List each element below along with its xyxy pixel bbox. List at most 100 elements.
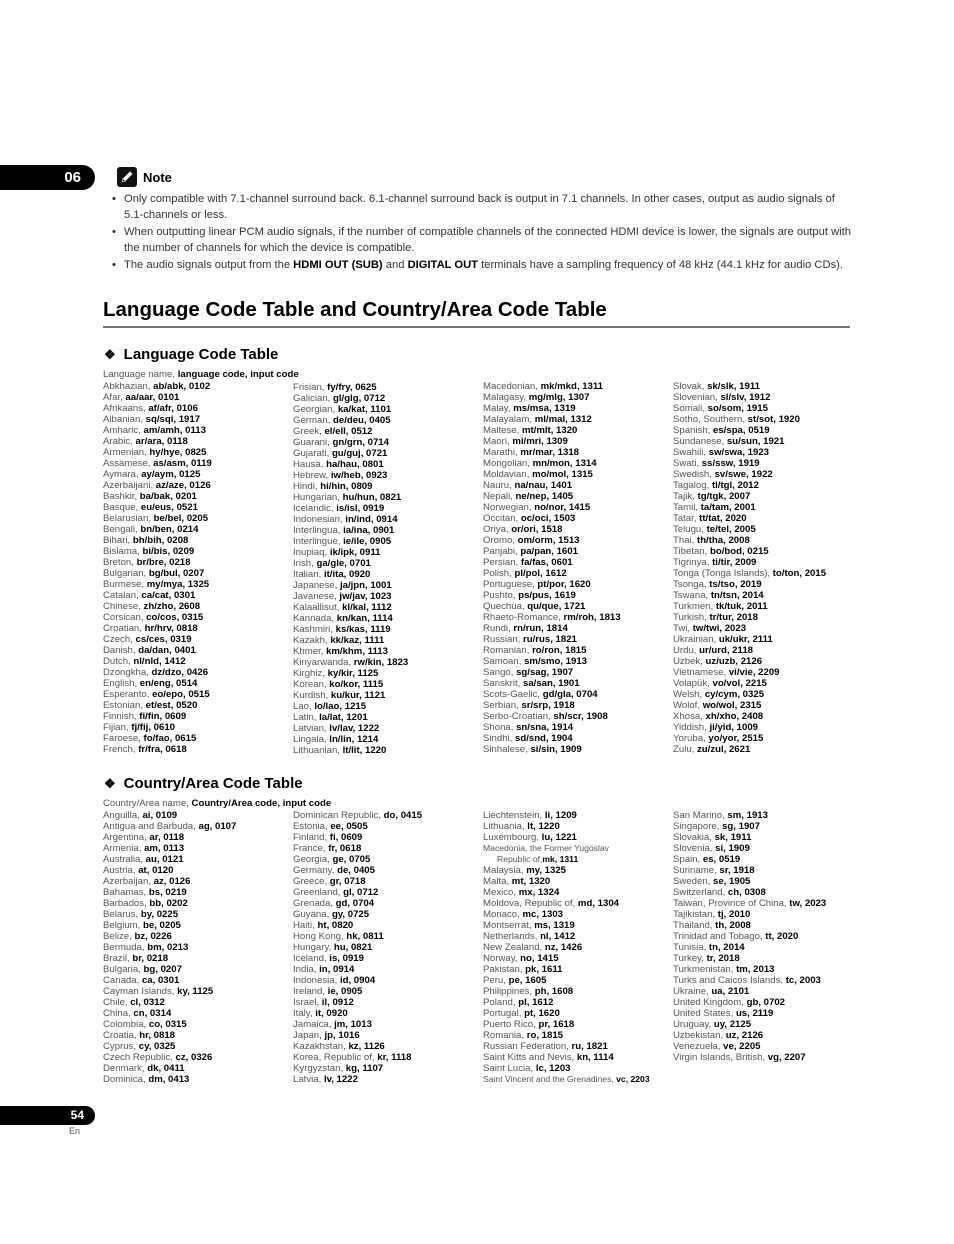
code-entry: Malaysia, my, 1325 bbox=[483, 865, 673, 876]
code-entry: Panjabi, pa/pan, 1601 bbox=[483, 546, 673, 557]
code-entry: Taiwan, Province of China, tw, 2023 bbox=[673, 898, 863, 909]
code-entry: Argentina, ar, 0118 bbox=[103, 832, 293, 843]
entry-code: hr, 0818 bbox=[139, 1030, 176, 1041]
entry-name: Latvia, bbox=[293, 1074, 324, 1085]
entry-code: bb, 0202 bbox=[149, 898, 188, 909]
entry-code: cl, 0312 bbox=[130, 997, 165, 1008]
entry-name: Montserrat, bbox=[483, 920, 535, 931]
entry-code: dz/dzo, 0426 bbox=[151, 667, 209, 678]
code-entry: Croatian, hr/hrv, 0818 bbox=[103, 623, 293, 634]
code-entry: Greece, gr, 0718 bbox=[293, 876, 483, 887]
entry-code: mi/mri, 1309 bbox=[512, 436, 568, 447]
code-entry: Turkish, tr/tur, 2018 bbox=[673, 612, 863, 623]
entry-code: ru, 1821 bbox=[571, 1041, 608, 1052]
entry-name: Brazil, bbox=[103, 953, 133, 964]
entry-name: San Marino, bbox=[673, 810, 728, 821]
entry-code: fr, 0618 bbox=[328, 843, 362, 854]
entry-name: Czech Republic, bbox=[103, 1052, 176, 1063]
code-entry: Dutch, nl/nld, 1412 bbox=[103, 656, 293, 667]
code-entry: Sweden, se, 1905 bbox=[673, 876, 863, 887]
entry-name: Indonesian, bbox=[293, 514, 346, 525]
code-entry: Peru, pe, 1605 bbox=[483, 975, 673, 986]
code-entry: Sango, sg/sag, 1907 bbox=[483, 667, 673, 678]
code-entry: Ukraine, ua, 2101 bbox=[673, 986, 863, 997]
entry-name: Kyrgyzstan, bbox=[293, 1063, 346, 1074]
entry-code: ch, 0308 bbox=[727, 887, 766, 898]
entry-name: Cyprus, bbox=[103, 1041, 139, 1052]
entry-code: tk/tuk, 2011 bbox=[715, 601, 768, 612]
code-entry: Guarani, gn/grn, 0714 bbox=[293, 437, 483, 448]
entry-name: Interlingua, bbox=[293, 525, 344, 536]
entry-code: az/aze, 0126 bbox=[155, 480, 211, 491]
code-entry: Marathi, mr/mar, 1318 bbox=[483, 447, 673, 458]
code-entry: Finland, fi, 0609 bbox=[293, 832, 483, 843]
entry-name: Mongolian, bbox=[483, 458, 533, 469]
entry-code: ro, 1815 bbox=[526, 1030, 564, 1041]
entry-name: Monaco, bbox=[483, 909, 523, 920]
entry-code: mr/mar, 1318 bbox=[520, 447, 580, 458]
code-entry: Austria, at, 0120 bbox=[103, 865, 293, 876]
entry-name: Finland, bbox=[293, 832, 330, 843]
entry-name: Samoan, bbox=[483, 656, 525, 667]
entry-code: kk/kaz, 1111 bbox=[330, 635, 385, 646]
code-entry: Albanian, sq/sqi, 1917 bbox=[103, 414, 293, 425]
entry-code: kz, 1126 bbox=[348, 1041, 385, 1052]
entry-code: dk, 0411 bbox=[147, 1063, 185, 1074]
code-entry: Malagasy, mg/mlg, 1307 bbox=[483, 392, 673, 403]
code-entry: Nauru, na/nau, 1401 bbox=[483, 480, 673, 491]
code-entry: Malayalam, ml/mal, 1312 bbox=[483, 414, 673, 425]
entry-name: Chile, bbox=[103, 997, 131, 1008]
entry-name: Uzbek, bbox=[673, 656, 706, 667]
entry-name: Croatian, bbox=[103, 623, 145, 634]
entry-name: Japan, bbox=[293, 1030, 325, 1041]
entry-code: ln/lin, 1214 bbox=[329, 734, 379, 745]
code-entry: China, cn, 0314 bbox=[103, 1008, 293, 1019]
entry-code: ga/gle, 0701 bbox=[316, 558, 371, 569]
code-entry: Samoan, sm/smo, 1913 bbox=[483, 656, 673, 667]
code-entry: Trinidad and Tobago, tt, 2020 bbox=[673, 931, 863, 942]
entry-name: Hebrew, bbox=[293, 470, 331, 481]
entry-code: gu/guj, 0721 bbox=[331, 448, 388, 459]
code-entry: Dominica, dm, 0413 bbox=[103, 1074, 293, 1085]
entry-name: Grenada, bbox=[293, 898, 336, 909]
entry-name: Malagasy, bbox=[483, 392, 529, 403]
entry-code: pr, 1618 bbox=[538, 1019, 575, 1030]
entry-name: Thailand, bbox=[673, 920, 716, 931]
entry-name: Chinese, bbox=[103, 601, 144, 612]
code-entry: Oromo, om/orm, 1513 bbox=[483, 535, 673, 546]
code-entry: Turkey, tr, 2018 bbox=[673, 953, 863, 964]
code-entry: Tsonga, ts/tso, 2019 bbox=[673, 579, 863, 590]
entry-name: English, bbox=[103, 678, 140, 689]
code-entry: Hebrew, iw/heb, 0923 bbox=[293, 470, 483, 481]
entry-name: Sotho, Southern, bbox=[673, 414, 748, 425]
code-entry: Gujarati, gu/guj, 0721 bbox=[293, 448, 483, 459]
entry-code: om/orm, 1513 bbox=[517, 535, 580, 546]
code-entry: Italian, it/ita, 0920 bbox=[293, 569, 483, 580]
code-entry: Georgian, ka/kat, 1101 bbox=[293, 404, 483, 415]
entry-code: do, 0415 bbox=[383, 810, 423, 821]
entry-name: Colombia, bbox=[103, 1019, 149, 1030]
entry-name: Tamil, bbox=[673, 502, 701, 513]
code-entry: Romanian, ro/ron, 1815 bbox=[483, 645, 673, 656]
entry-code: de, 0405 bbox=[337, 865, 375, 876]
code-entry: Basque, eu/eus, 0521 bbox=[103, 502, 293, 513]
entry-code: st/sot, 1920 bbox=[747, 414, 800, 425]
entry-name: Tunisia, bbox=[673, 942, 709, 953]
entry-code: af/afr, 0106 bbox=[148, 403, 198, 414]
entry-name: Ireland, bbox=[293, 986, 328, 997]
entry-code: ie/ile, 0905 bbox=[343, 536, 392, 547]
entry-name: Korea, Republic of, bbox=[293, 1052, 378, 1063]
code-entry: Haiti, ht, 0820 bbox=[293, 920, 483, 931]
entry-code: gd, 0704 bbox=[335, 898, 375, 909]
code-entry: Uzbek, uz/uzb, 2126 bbox=[673, 656, 863, 667]
entry-name: Rundi, bbox=[483, 623, 514, 634]
entry-code: lv/lav, 1222 bbox=[329, 723, 380, 734]
code-entry: Montserrat, ms, 1319 bbox=[483, 920, 673, 931]
entry-name: Sinhalese, bbox=[483, 744, 531, 755]
entry-name: Swedish, bbox=[673, 469, 715, 480]
entry-name: Bihari, bbox=[103, 535, 133, 546]
entry-code: wo/wol, 2315 bbox=[702, 700, 762, 711]
code-entry: Czech Republic, cz, 0326 bbox=[103, 1052, 293, 1063]
entry-code: mg/mlg, 1307 bbox=[528, 392, 590, 403]
code-entry: Norwegian, no/nor, 1415 bbox=[483, 502, 673, 513]
